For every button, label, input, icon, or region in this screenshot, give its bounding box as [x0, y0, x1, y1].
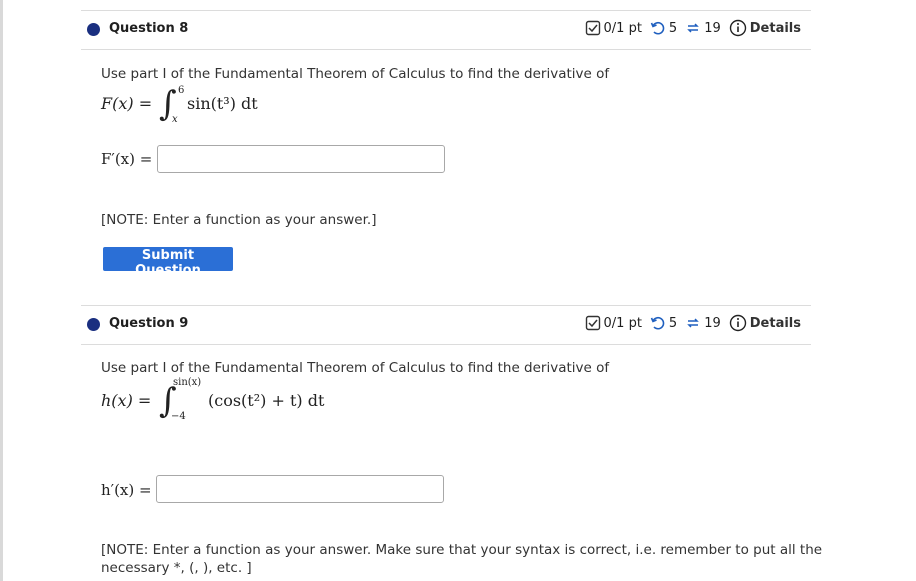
answer-input[interactable] — [156, 475, 444, 503]
integrand: sin(t³) dt — [187, 94, 258, 113]
retries-cycle-icon — [687, 318, 700, 328]
divider — [81, 344, 811, 345]
integrand: (cos(t²) + t) dt — [208, 391, 325, 410]
answer-note: [NOTE: Enter a function as your answer. … — [101, 541, 822, 577]
answer-label: F′(x) = — [101, 150, 153, 168]
divider — [81, 10, 811, 11]
upper-limit: sin(x) — [173, 377, 202, 388]
info-icon[interactable] — [729, 19, 747, 37]
answer-note: [NOTE: Enter a function as your answer.] — [101, 212, 377, 228]
question-prompt: Use part I of the Fundamental Theorem of… — [101, 66, 610, 82]
function-lhs: h(x) = — [101, 391, 152, 410]
score-check-icon — [585, 20, 600, 36]
details-link[interactable]: Details — [750, 21, 801, 36]
question-title: Question 9 — [109, 316, 189, 331]
score-text: 0/1 pt — [603, 20, 642, 36]
divider — [81, 49, 811, 50]
answer-input[interactable] — [157, 145, 445, 173]
attempts-undo-icon — [650, 21, 665, 35]
question-8-header: Question 8 0/1 pt 5 19 Details — [81, 10, 811, 50]
details-link[interactable]: Details — [750, 316, 801, 331]
attempts-count: 5 — [668, 315, 678, 331]
question-meta: 0/1 pt 5 19 Details — [585, 314, 801, 332]
question-title: Question 8 — [109, 21, 189, 36]
question-prompt: Use part I of the Fundamental Theorem of… — [101, 360, 610, 376]
retries-count: 19 — [704, 20, 721, 36]
question-meta: 0/1 pt 5 19 Details — [585, 19, 801, 37]
note-line: necessary *, (, ), etc. ] — [101, 560, 252, 576]
divider — [81, 305, 811, 306]
retries-count: 19 — [704, 315, 721, 331]
info-icon[interactable] — [729, 314, 747, 332]
lower-limit: −4 — [171, 411, 186, 422]
function-lhs: F(x) = — [101, 94, 153, 113]
left-border — [0, 0, 3, 581]
submit-question-button[interactable]: Submit Question — [103, 247, 233, 278]
question-status-dot — [87, 318, 100, 331]
score-check-icon — [585, 315, 600, 331]
answer-label: h′(x) = — [101, 481, 152, 499]
retries-cycle-icon — [687, 23, 700, 33]
attempts-undo-icon — [650, 316, 665, 330]
upper-limit: 6 — [178, 85, 185, 96]
lower-limit: x — [172, 114, 178, 125]
attempts-count: 5 — [668, 20, 678, 36]
question-status-dot — [87, 23, 100, 36]
score-text: 0/1 pt — [603, 315, 642, 331]
note-line: [NOTE: Enter a function as your answer. … — [101, 542, 823, 558]
question-9-header: Question 9 0/1 pt 5 19 Details — [81, 305, 811, 345]
